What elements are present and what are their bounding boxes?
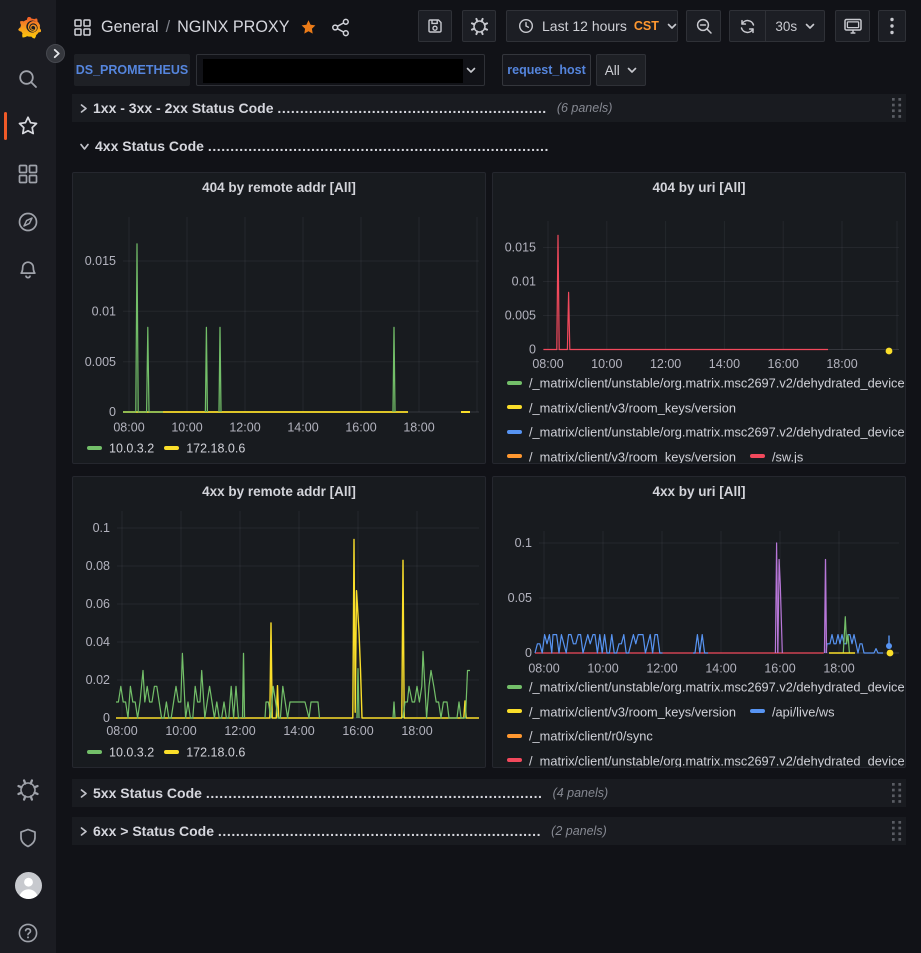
svg-text:18:00: 18:00 [403,421,434,435]
svg-text:10:00: 10:00 [171,421,202,435]
svg-text:0: 0 [525,646,532,660]
svg-text:18:00: 18:00 [826,357,857,371]
svg-text:0.1: 0.1 [93,521,110,535]
svg-text:12:00: 12:00 [646,662,677,676]
svg-text:08:00: 08:00 [113,421,144,435]
svg-text:08:00: 08:00 [106,724,137,738]
svg-text:0.06: 0.06 [86,597,110,611]
svg-text:16:00: 16:00 [768,357,799,371]
svg-text:14:00: 14:00 [283,724,314,738]
svg-text:18:00: 18:00 [401,724,432,738]
svg-text:12:00: 12:00 [650,357,681,371]
svg-text:12:00: 12:00 [229,421,260,435]
svg-text:10:00: 10:00 [165,724,196,738]
svg-text:08:00: 08:00 [528,662,559,676]
svg-text:0.04: 0.04 [86,635,110,649]
svg-text:14:00: 14:00 [287,421,318,435]
svg-text:0.08: 0.08 [86,559,110,573]
svg-text:14:00: 14:00 [705,662,736,676]
svg-text:18:00: 18:00 [823,662,854,676]
svg-text:16:00: 16:00 [342,724,373,738]
svg-text:08:00: 08:00 [532,357,563,371]
svg-text:0.01: 0.01 [92,305,116,319]
svg-text:0.1: 0.1 [515,536,532,550]
svg-text:0.02: 0.02 [86,673,110,687]
svg-text:16:00: 16:00 [345,421,376,435]
svg-text:0.005: 0.005 [505,309,536,323]
svg-text:0: 0 [529,343,536,357]
svg-text:0.005: 0.005 [85,355,116,369]
svg-text:12:00: 12:00 [224,724,255,738]
svg-text:0: 0 [109,405,116,419]
svg-text:0.01: 0.01 [512,275,536,289]
svg-text:0: 0 [103,711,110,725]
svg-text:0.015: 0.015 [85,254,116,268]
svg-text:14:00: 14:00 [709,357,740,371]
svg-text:10:00: 10:00 [587,662,618,676]
svg-text:10:00: 10:00 [591,357,622,371]
svg-text:0.015: 0.015 [505,241,536,255]
svg-text:16:00: 16:00 [764,662,795,676]
svg-text:0.05: 0.05 [508,591,532,605]
